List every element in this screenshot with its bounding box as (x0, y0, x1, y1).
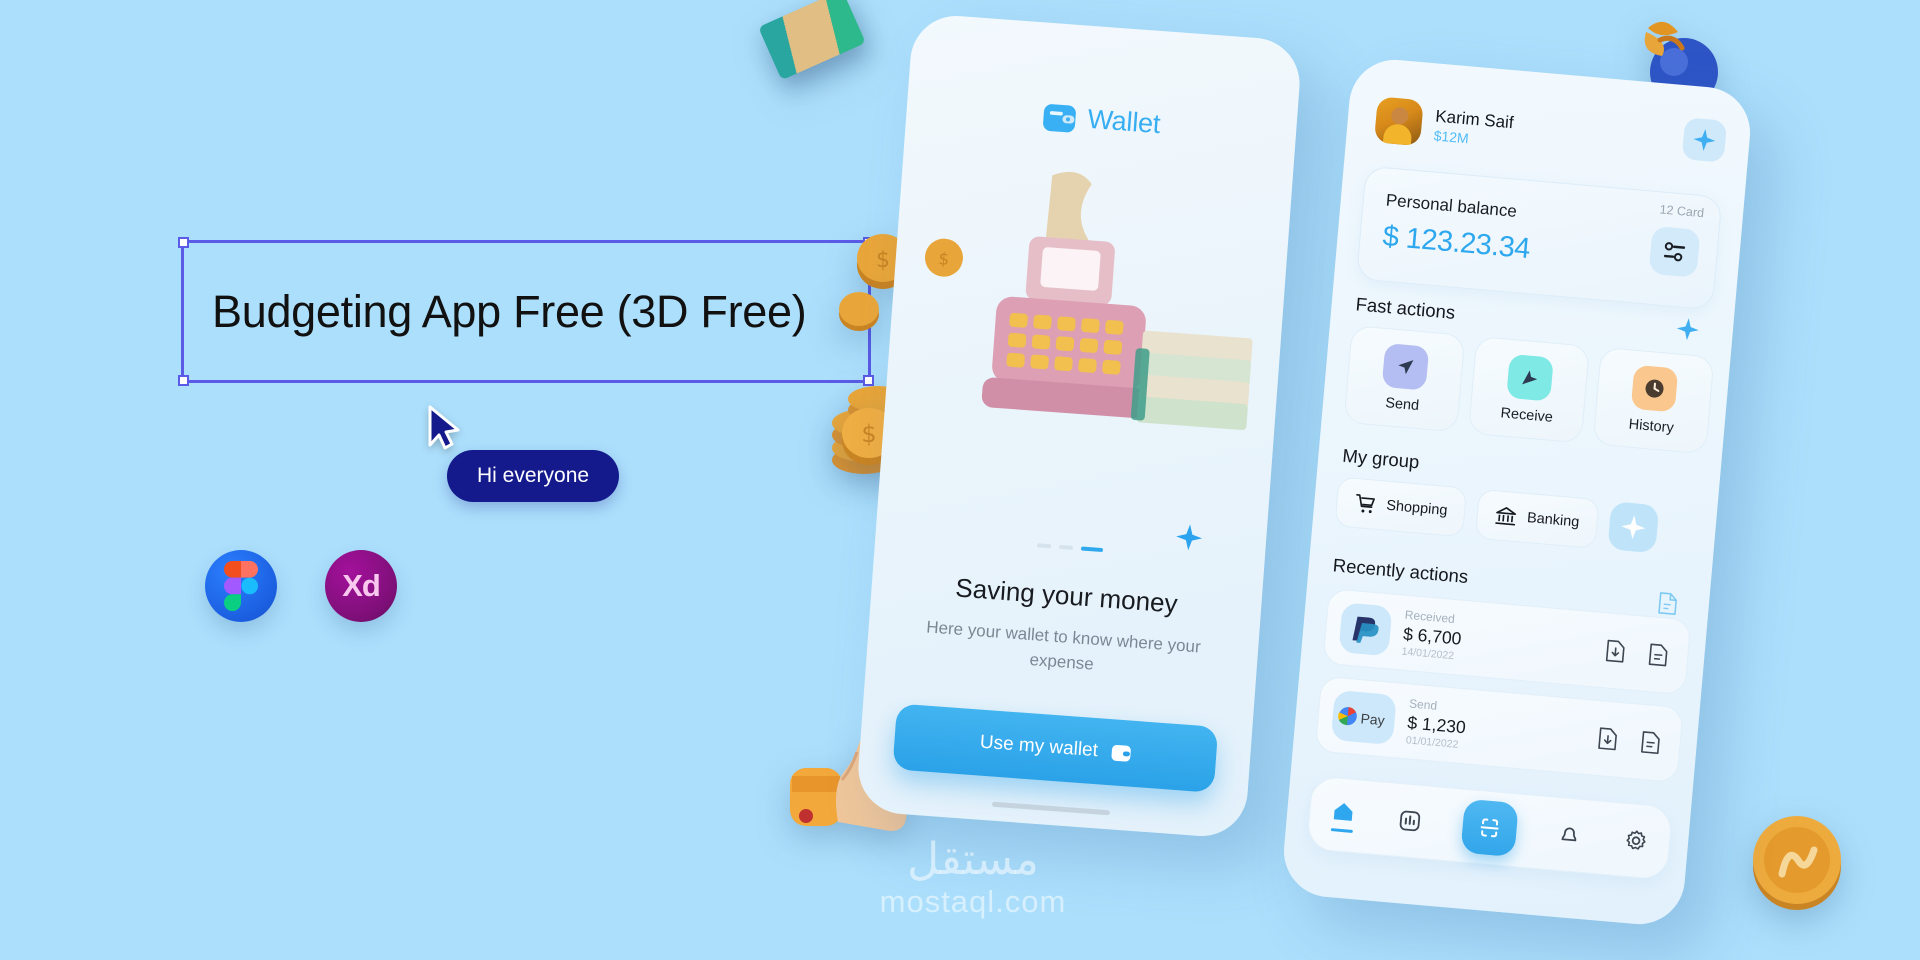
sparkle-icon (1176, 524, 1203, 551)
svg-text:$: $ (876, 248, 890, 273)
receipt-icon[interactable] (1634, 725, 1667, 759)
header-sparkle-button[interactable] (1681, 117, 1728, 163)
figma-logo[interactable] (205, 550, 277, 622)
download-icon[interactable] (1591, 722, 1624, 756)
bar-chart-icon (1399, 810, 1420, 832)
selected-text-frame[interactable]: Budgeting App Free (3D Free) (178, 237, 874, 386)
phone-mockup-dashboard: Karim Saif $12M Personal balance $ 123.2… (1280, 56, 1754, 928)
coin-prop (1753, 816, 1841, 910)
transactions-list: Received $ 6,700 14/01/2022 Pay Send $ 1… (1314, 587, 1692, 784)
figma-glyph-icon (224, 561, 258, 611)
pager-dot-active[interactable] (1080, 546, 1104, 553)
adobe-xd-label: Xd (342, 568, 381, 603)
fast-action-label: Receive (1499, 405, 1554, 426)
fast-actions-title: Fast actions (1354, 293, 1457, 323)
gpay-icon: Pay (1330, 689, 1397, 746)
personal-balance-card[interactable]: Personal balance $ 123.23.34 12 Card (1355, 165, 1723, 311)
nav-scan[interactable] (1460, 798, 1519, 858)
table-row[interactable]: Pay Send $ 1,230 01/01/2022 (1314, 675, 1684, 784)
pager-dots[interactable] (875, 531, 1264, 564)
group-chip-label: Banking (1526, 510, 1580, 531)
watermark: مستقل mostaql.com (848, 838, 1098, 922)
fast-action-send[interactable]: Send (1343, 324, 1466, 433)
nav-stats[interactable] (1395, 807, 1423, 835)
resize-handle-top-left[interactable] (178, 237, 189, 248)
receipt-icon[interactable] (1642, 638, 1675, 672)
wallet-icon (1043, 103, 1076, 132)
clock-icon (1630, 364, 1679, 413)
mouse-cursor-icon (428, 405, 460, 450)
download-icon[interactable] (1599, 634, 1632, 668)
adobe-xd-logo[interactable]: Xd (325, 550, 397, 622)
bottom-navigation (1306, 775, 1674, 881)
receipt-icon[interactable] (1656, 591, 1680, 617)
bell-icon (1561, 827, 1577, 842)
canvas: Budgeting App Free (3D Free) Hi everyone… (0, 0, 1920, 960)
onboarding-subtext: Here your wallet to know where your expe… (925, 617, 1202, 674)
dashboard-header: Karim Saif $12M (1373, 96, 1728, 172)
my-group-title: My group (1341, 444, 1421, 473)
home-indicator (991, 801, 1110, 816)
balance-amount: $ 123.23.34 (1381, 220, 1532, 266)
sparkle-icon (1676, 318, 1699, 341)
group-chip-shopping[interactable]: Shopping (1334, 476, 1468, 538)
home-icon (1334, 802, 1353, 821)
resize-handle-bottom-left[interactable] (178, 375, 189, 386)
svg-text:$: $ (861, 420, 876, 448)
recent-actions-title: Recently actions (1332, 554, 1470, 588)
scan-icon (1480, 818, 1499, 838)
wallet-brand-label: Wallet (1086, 103, 1162, 140)
cards-button[interactable] (1648, 225, 1701, 278)
group-chip-label: Shopping (1385, 497, 1449, 519)
card-count-label: 12 Card (1659, 202, 1705, 221)
avatar[interactable] (1373, 96, 1424, 147)
bank-icon (1495, 507, 1517, 526)
cursor-presence-label: Hi everyone (447, 450, 620, 502)
my-group-row: Shopping Banking (1334, 476, 1703, 558)
nav-home[interactable] (1329, 798, 1358, 833)
fast-action-label: Send (1384, 395, 1420, 415)
table-row[interactable]: Received $ 6,700 14/01/2022 (1322, 587, 1692, 696)
fast-action-history[interactable]: History (1592, 346, 1715, 455)
add-group-button[interactable] (1607, 501, 1660, 554)
fast-actions-row: Send Receive History (1343, 324, 1715, 455)
sliders-icon (1663, 242, 1686, 262)
fast-action-label: History (1628, 416, 1675, 437)
svg-text:$: $ (938, 249, 950, 270)
paypal-icon (1338, 602, 1393, 657)
coin-prop (839, 292, 879, 331)
page-title: Budgeting App Free (3D Free) (212, 285, 807, 337)
gear-icon (1626, 830, 1646, 850)
svg-text:Pay: Pay (1360, 710, 1385, 728)
use-my-wallet-label: Use my wallet (979, 731, 1099, 762)
tool-logos: Xd (205, 550, 397, 622)
group-chip-banking[interactable]: Banking (1475, 488, 1600, 550)
watermark-latin: mostaql.com (879, 884, 1067, 919)
wallet-brand: Wallet (906, 91, 1297, 150)
cart-icon (1356, 493, 1375, 514)
nav-alerts[interactable] (1556, 821, 1584, 849)
balance-label: Personal balance (1385, 190, 1518, 221)
use-my-wallet-button[interactable]: Use my wallet (892, 703, 1219, 793)
phone-mockup-onboarding: Wallet $ Saving your money Here your wal… (855, 12, 1303, 840)
cash-register-illustration: $ (924, 171, 1253, 430)
receive-icon (1506, 353, 1554, 402)
sparkle-icon (1693, 129, 1716, 151)
nav-active-indicator (1330, 827, 1354, 833)
send-icon (1381, 342, 1430, 391)
wallet-icon (1111, 744, 1131, 762)
nav-settings[interactable] (1622, 827, 1650, 855)
money-bill-prop (758, 0, 866, 81)
fast-action-receive[interactable]: Receive (1467, 335, 1591, 444)
pager-dot[interactable] (1058, 544, 1074, 550)
pager-dot[interactable] (1037, 543, 1052, 549)
sparkle-icon (1621, 515, 1646, 540)
